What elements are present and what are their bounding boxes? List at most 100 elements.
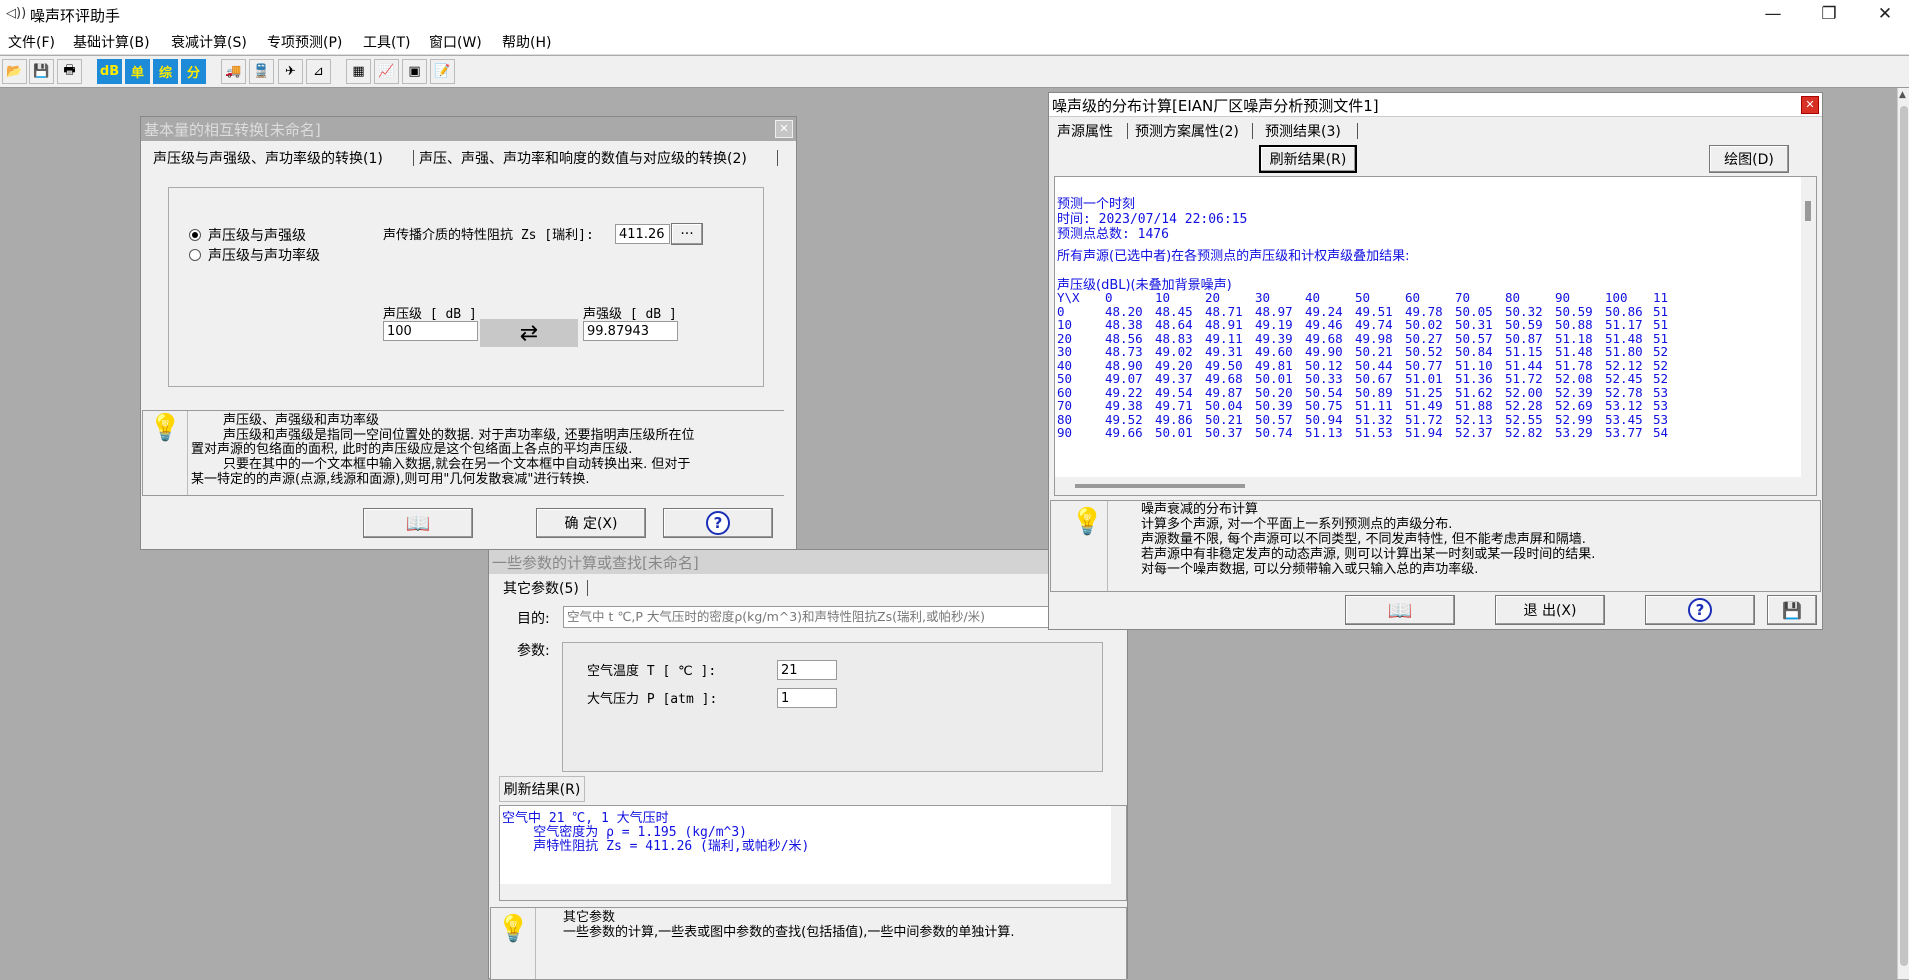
combined-button[interactable]: 综: [153, 59, 178, 84]
radio-spl-swl[interactable]: [189, 249, 201, 261]
tab-separator: [777, 150, 778, 166]
help-title: 噪声衰减的分布计算: [1141, 502, 1259, 517]
lightbulb-icon: 💡: [149, 413, 182, 443]
speaker-icon: ◁)): [6, 6, 27, 21]
sil-input[interactable]: 99.87943: [583, 321, 678, 341]
minimize-button[interactable]: —: [1744, 0, 1802, 29]
radio-spl-sil[interactable]: [189, 229, 201, 241]
lightbulb-icon: 💡: [497, 914, 530, 944]
menu-help[interactable]: 帮助(H): [502, 32, 551, 52]
tab-value-level-conversion[interactable]: 声压、声强、声功率和响度的数值与对应级的转换(2): [419, 148, 747, 168]
table-cell: 54: [1653, 425, 1669, 440]
help-line: 计算多个声源, 对一个平面上一系列预测点的声级分布.: [1141, 517, 1453, 532]
menu-special-prediction[interactable]: 专项预测(P): [267, 32, 342, 52]
results-horizontal-scrollbar[interactable]: [1055, 477, 1801, 495]
help-panel: 💡 声压级、声强级和声功率级 声压级和声强级是指同一空间位置处的数据. 对于声功…: [142, 410, 784, 496]
table-cell: 52.82: [1505, 425, 1543, 440]
help-divider: [187, 411, 188, 495]
help-line: 对每一个噪声数据, 可以分频带输入或只输入总的声功率级.: [1141, 562, 1479, 577]
vehicle-icon[interactable]: 🚚: [221, 59, 246, 84]
tab-separator: [413, 150, 414, 166]
table-cell: 53.77: [1605, 425, 1643, 440]
manual-button[interactable]: 📖: [1345, 595, 1455, 625]
help-button[interactable]: ?: [1645, 595, 1755, 625]
tab-source-properties[interactable]: 声源属性: [1057, 121, 1113, 141]
impedance-input[interactable]: 411.26: [615, 224, 670, 244]
menu-bar: 文件(F) 基础计算(B) 衰减计算(S) 专项预测(P) 工具(T) 窗口(W…: [0, 29, 1909, 55]
lightbulb-icon: 💡: [1071, 507, 1104, 537]
app-title: 噪声环评助手: [30, 7, 121, 25]
scroll-thumb[interactable]: [1900, 106, 1908, 966]
barrier-icon[interactable]: ⊿: [306, 59, 331, 84]
help-scrollbar[interactable]: [1113, 908, 1126, 979]
help-scrollbar[interactable]: [771, 411, 784, 495]
unit-conversion-dialog: 基本量的相互转换[未命名] ✕ 声压级与声强级、声功率级的转换(1) 声压、声强…: [140, 116, 797, 550]
result-horizontal-scrollbar[interactable]: [500, 884, 1111, 900]
dialog-title: 一些参数的计算或查找[未命名]: [489, 550, 1127, 574]
open-folder-icon[interactable]: 📂: [2, 59, 27, 84]
calculator-icon[interactable]: ▣: [402, 59, 427, 84]
table-cell: 51.13: [1305, 425, 1343, 440]
close-button[interactable]: ✕: [1856, 0, 1909, 29]
single-source-button[interactable]: 单: [125, 59, 150, 84]
plot-button[interactable]: 绘图(D): [1709, 145, 1789, 173]
exit-button[interactable]: 退 出(X): [1495, 595, 1605, 625]
app-title-bar: ◁)) 噪声环评助手 — ❐ ✕: [0, 0, 1909, 29]
save-result-button[interactable]: 💾: [1767, 595, 1817, 625]
refresh-result-button[interactable]: 刷新结果(R): [499, 776, 585, 802]
close-icon[interactable]: ✕: [775, 120, 793, 138]
scroll-up-icon[interactable]: ▲: [1899, 90, 1906, 100]
db-button[interactable]: dB: [97, 59, 122, 84]
tab-other-params[interactable]: 其它参数(5): [503, 578, 579, 598]
help-scrollbar[interactable]: [1807, 501, 1820, 591]
menu-tools[interactable]: 工具(T): [363, 32, 410, 52]
save-icon[interactable]: 💾: [29, 59, 54, 84]
pressure-input[interactable]: 1: [777, 688, 837, 708]
ok-button[interactable]: 确 定(X): [536, 508, 646, 538]
purpose-field[interactable]: 空气中 t ℃,P 大气压时的密度ρ(kg/m^3)和声特性阻抗Zs(瑞利,或帕…: [563, 606, 1103, 628]
table-row-header: 90: [1057, 425, 1073, 440]
menu-file[interactable]: 文件(F): [8, 32, 55, 52]
print-icon[interactable]: 🖶: [57, 59, 82, 84]
book-icon: 📖: [405, 511, 431, 535]
scroll-thumb[interactable]: [1805, 201, 1811, 221]
table-cell: 53.29: [1555, 425, 1593, 440]
close-icon[interactable]: ✕: [1801, 96, 1819, 114]
aircraft-icon[interactable]: ✈: [278, 59, 303, 84]
temperature-input[interactable]: 21: [777, 660, 837, 680]
split-button[interactable]: 分: [181, 59, 206, 84]
spl-input[interactable]: 100: [383, 321, 478, 341]
refresh-result-button[interactable]: 刷新结果(R): [1259, 145, 1357, 173]
tab-separator: [1252, 123, 1253, 139]
help-button[interactable]: ?: [663, 508, 773, 538]
edit-note-icon[interactable]: 📝: [430, 59, 455, 84]
table-cell: 51.94: [1405, 425, 1443, 440]
question-icon: ?: [1688, 598, 1712, 622]
tab-separator: [1127, 123, 1128, 139]
manual-button[interactable]: 📖: [363, 508, 473, 538]
result-output: 空气中 21 ℃, 1 大气压时 空气密度为 ρ = 1.195 (kg/m^3…: [499, 805, 1127, 901]
menu-window[interactable]: 窗口(W): [429, 32, 482, 52]
menu-attenuation-calc[interactable]: 衰减计算(S): [171, 32, 247, 52]
result-vertical-scrollbar[interactable]: [1111, 806, 1126, 900]
help-line: 若声源中有非稳定发声的动态声源, 则可以计算出某一时刻或某一段时间的结果.: [1141, 547, 1596, 562]
parameter-calc-dialog: 一些参数的计算或查找[未命名] 其它参数(5) 目的: 空气中 t ℃,P 大气…: [488, 549, 1128, 980]
result-line: 所有声源(已选中者)在各预测点的声压级和计权声级叠加结果:: [1057, 249, 1410, 264]
grid-icon[interactable]: ▦: [346, 59, 371, 84]
maximize-button[interactable]: ❐: [1800, 0, 1858, 29]
main-vertical-scrollbar[interactable]: ▲: [1897, 88, 1909, 979]
line-chart-icon[interactable]: 📈: [374, 59, 399, 84]
train-icon[interactable]: 🚆: [249, 59, 274, 84]
result-line: 预测点总数: 1476: [1057, 227, 1169, 242]
impedance-browse-button[interactable]: ···: [671, 223, 703, 245]
dialog-title: 噪声级的分布计算[EIAN厂区噪声分析预测文件1]: [1049, 93, 1822, 117]
tab-scheme-properties[interactable]: 预测方案属性(2): [1135, 121, 1239, 141]
results-vertical-scrollbar[interactable]: [1801, 177, 1816, 495]
tab-prediction-results[interactable]: 预测结果(3): [1265, 121, 1341, 141]
tab-spl-sil-swl[interactable]: 声压级与声强级、声功率级的转换(1): [153, 148, 383, 168]
tab-separator: [587, 580, 588, 596]
menu-basic-calc[interactable]: 基础计算(B): [73, 32, 150, 52]
scroll-thumb[interactable]: [1075, 484, 1245, 488]
convert-arrows-icon[interactable]: ⇄: [480, 319, 578, 347]
help-title: 声压级、声强级和声功率级: [223, 413, 380, 428]
